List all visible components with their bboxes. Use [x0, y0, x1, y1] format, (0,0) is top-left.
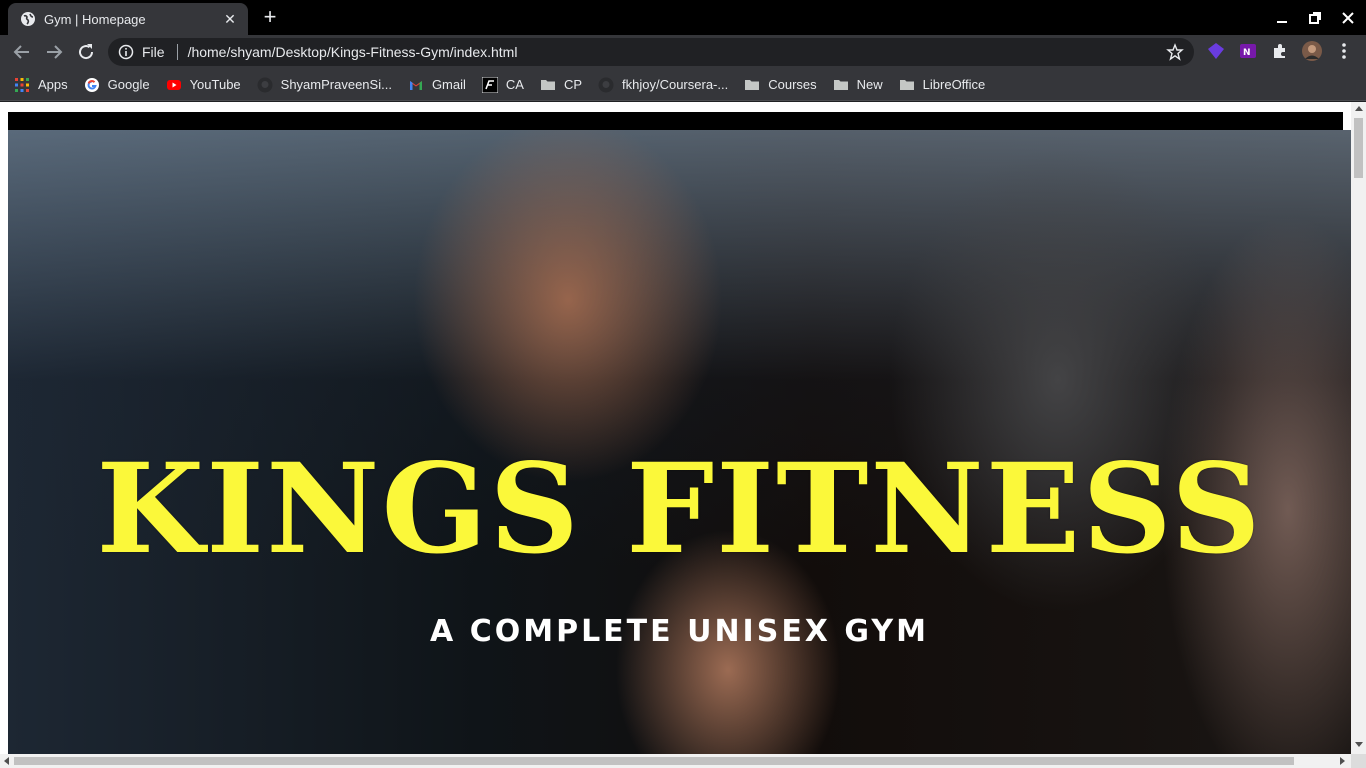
bookmark-label: New: [856, 77, 883, 92]
bookmark-folder-libreoffice[interactable]: LibreOffice: [899, 72, 986, 98]
menu-kebab-icon[interactable]: [1334, 41, 1354, 61]
tab-strip: Gym | Homepage ✕ +: [0, 0, 1366, 35]
scroll-right-arrow-icon[interactable]: [1340, 757, 1345, 765]
folder-icon: [745, 79, 760, 90]
vertical-scrollbar[interactable]: [1351, 102, 1366, 754]
browser-tab-active[interactable]: Gym | Homepage ✕: [8, 3, 248, 35]
forward-icon[interactable]: [42, 40, 66, 64]
scroll-down-arrow-icon[interactable]: [1355, 742, 1363, 747]
bookmark-label: Apps: [38, 77, 68, 92]
info-icon[interactable]: [118, 44, 134, 60]
back-icon[interactable]: [10, 40, 34, 64]
restore-icon[interactable]: [1305, 8, 1325, 28]
scrollbar-corner: [1351, 754, 1366, 768]
bookmark-label: CA: [505, 77, 524, 92]
bookmark-star-icon[interactable]: [1166, 43, 1184, 61]
bookmark-label: ShyamPraveenSi...: [280, 77, 392, 92]
bookmark-google[interactable]: Google: [84, 72, 150, 98]
profile-avatar[interactable]: [1302, 41, 1322, 61]
bookmark-label: CP: [563, 77, 583, 92]
close-icon[interactable]: [1338, 8, 1358, 28]
tab-close-icon[interactable]: ✕: [222, 11, 238, 27]
folder-icon: [540, 79, 555, 90]
horizontal-scrollbar[interactable]: [0, 754, 1351, 768]
bookmark-label: Google: [107, 77, 150, 92]
page-viewport: KINGS FITNESS A COMPLETE UNISEX GYM: [0, 102, 1366, 768]
bookmarks-bar: Apps Google YouTube ShyamPraveenSi... Gm…: [0, 69, 1366, 101]
bookmark-label: Courses: [768, 77, 817, 92]
extensions-puzzle-icon[interactable]: [1270, 41, 1290, 61]
svg-text:N: N: [1243, 48, 1251, 58]
folder-icon: [899, 79, 914, 90]
bookmark-ca[interactable]: CA: [481, 72, 524, 98]
bookmark-github-shyam[interactable]: ShyamPraveenSi...: [257, 72, 392, 98]
bookmark-apps[interactable]: Apps: [14, 72, 68, 98]
hero-subtitle: A COMPLETE UNISEX GYM: [430, 614, 929, 649]
minimize-icon[interactable]: [1272, 8, 1292, 28]
page-top-bar: [8, 112, 1343, 130]
apps-grid-icon: [15, 77, 29, 92]
scroll-left-arrow-icon[interactable]: [4, 757, 9, 765]
hero-title: KINGS FITNESS: [96, 437, 1263, 582]
bookmark-label: fkhjoy/Coursera-...: [622, 77, 729, 92]
google-icon: [84, 77, 99, 92]
scheme-label: File: [142, 44, 165, 60]
bookmark-youtube[interactable]: YouTube: [166, 72, 241, 98]
scroll-up-arrow-icon[interactable]: [1355, 106, 1363, 111]
bookmark-label: Gmail: [431, 77, 466, 92]
gmail-icon: [409, 80, 422, 90]
bookmark-label: LibreOffice: [922, 77, 986, 92]
omnibox-divider: [176, 44, 178, 60]
github-icon: [257, 77, 273, 92]
hero-banner: KINGS FITNESS A COMPLETE UNISEX GYM: [8, 130, 1351, 754]
globe-icon: [21, 12, 35, 26]
reload-icon[interactable]: [74, 40, 98, 64]
bookmark-folder-cp[interactable]: CP: [540, 72, 582, 98]
bookmark-github-coursera[interactable]: fkhjoy/Coursera-...: [598, 72, 728, 98]
github-icon: [598, 77, 614, 92]
url-text[interactable]: /home/shyam/Desktop/Kings-Fitness-Gym/in…: [188, 44, 1166, 60]
folder-icon: [833, 79, 848, 90]
new-tab-button[interactable]: +: [258, 6, 282, 30]
extension-purple-icon[interactable]: [1206, 41, 1226, 61]
ca-icon: [481, 76, 498, 93]
bookmark-folder-courses[interactable]: Courses: [744, 72, 817, 98]
bookmark-label: YouTube: [189, 77, 241, 92]
youtube-icon: [166, 79, 181, 90]
vertical-scroll-thumb[interactable]: [1354, 118, 1363, 178]
onenote-icon[interactable]: N: [1238, 41, 1258, 61]
tab-title: Gym | Homepage: [44, 11, 146, 27]
address-bar[interactable]: File /home/shyam/Desktop/Kings-Fitness-G…: [108, 38, 1194, 66]
horizontal-scroll-thumb[interactable]: [14, 757, 1294, 765]
bookmark-folder-new[interactable]: New: [833, 72, 883, 98]
browser-toolbar: File /home/shyam/Desktop/Kings-Fitness-G…: [0, 35, 1366, 69]
bookmark-gmail[interactable]: Gmail: [408, 72, 466, 98]
